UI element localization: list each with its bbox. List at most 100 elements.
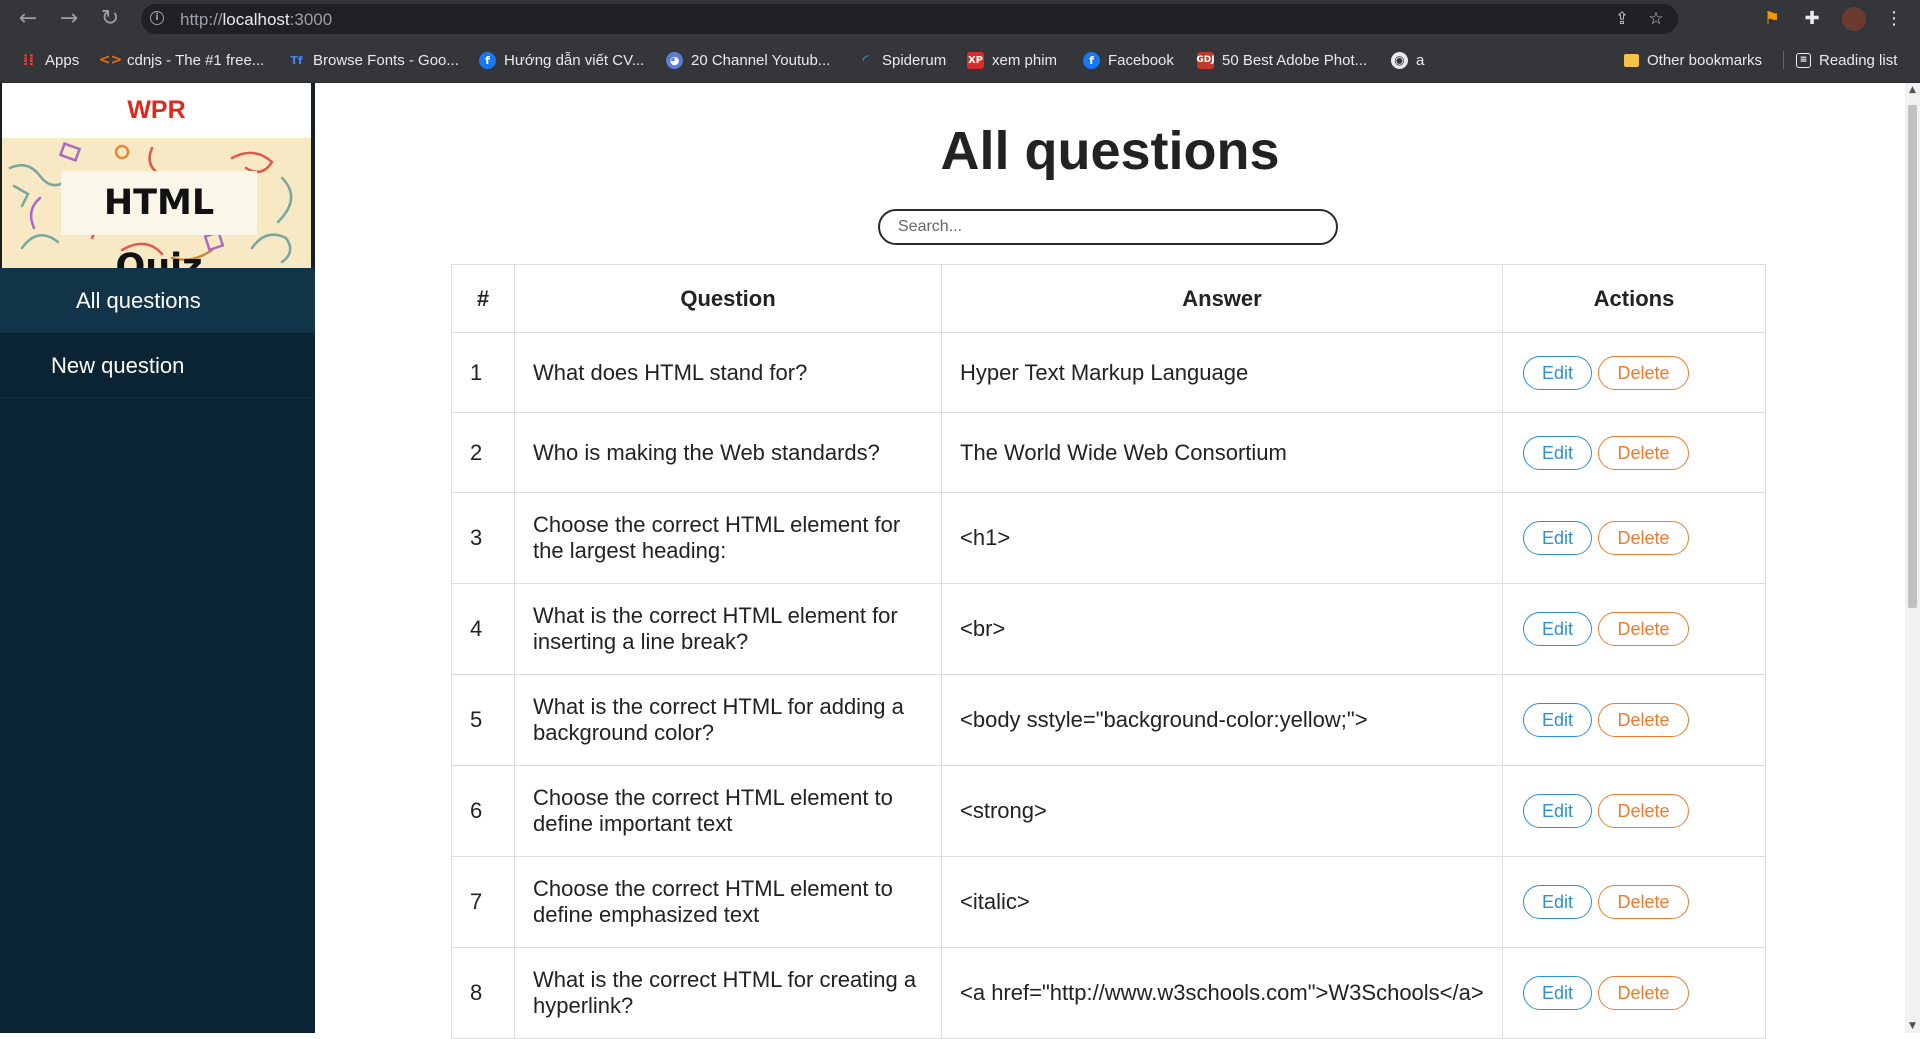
page-title: All questions xyxy=(940,121,1280,181)
globe-icon: ◉ xyxy=(1391,51,1408,69)
bookmark-label: 50 Best Adobe Phot... xyxy=(1222,51,1368,69)
row-actions: Edit Delete xyxy=(1502,674,1766,766)
delete-button[interactable]: Delete xyxy=(1598,435,1689,470)
delete-button[interactable]: Delete xyxy=(1598,976,1689,1010)
bookmark-spiderum[interactable]: ◜ Spiderum xyxy=(857,47,947,73)
edit-button[interactable]: Edit xyxy=(1523,703,1592,737)
row-answer: Hyper Text Markup Language xyxy=(941,332,1503,413)
bookmark-facebook[interactable]: f Facebook xyxy=(1083,47,1174,73)
column-header-actions: Actions xyxy=(1502,264,1766,333)
other-bookmarks-label: Other bookmarks xyxy=(1647,51,1763,69)
bookmark-cv-guide[interactable]: f Hướng dẫn viết CV... xyxy=(479,47,644,73)
url-scheme: http:// xyxy=(180,10,223,29)
search-input[interactable] xyxy=(878,209,1338,245)
edit-button[interactable]: Edit xyxy=(1523,612,1592,646)
delete-button[interactable]: Delete xyxy=(1598,355,1689,390)
brand-header: WPR xyxy=(0,83,313,138)
row-question: What does HTML stand for? xyxy=(514,332,942,413)
row-number: 4 xyxy=(451,583,515,675)
row-question: Who is making the Web standards? xyxy=(514,412,942,493)
share-icon[interactable]: ⇪ xyxy=(1610,8,1634,30)
row-answer: The World Wide Web Consortium xyxy=(941,412,1503,493)
row-actions: Edit Delete xyxy=(1502,412,1766,493)
bookmark-adobe-photoshop[interactable]: GDJ 50 Best Adobe Phot... xyxy=(1196,47,1368,73)
bookmark-apps[interactable]: ⁞⁞ Apps xyxy=(20,47,79,73)
row-actions: Edit Delete xyxy=(1502,765,1766,857)
bookmark-a[interactable]: ◉ a xyxy=(1391,47,1424,73)
row-question: Choose the correct HTML element to defin… xyxy=(514,765,942,857)
table-row: 6 Choose the correct HTML element to def… xyxy=(451,765,1766,857)
spiderum-icon: ◜ xyxy=(862,51,869,69)
row-question: What is the correct HTML for adding a ba… xyxy=(514,674,942,766)
xp-icon: XP xyxy=(967,51,984,69)
gdj-icon: GDJ xyxy=(1196,51,1215,69)
edit-button[interactable]: Edit xyxy=(1523,885,1592,919)
brand-logo-text[interactable]: WPR xyxy=(2,96,311,125)
delete-button[interactable]: Delete xyxy=(1598,521,1689,555)
column-header-number: # xyxy=(451,264,515,333)
delete-button[interactable]: Delete xyxy=(1598,885,1689,919)
url-port: :3000 xyxy=(289,10,333,29)
ghost-icon: ◕ xyxy=(666,51,683,69)
table-row: 5 What is the correct HTML for adding a … xyxy=(451,674,1766,766)
extensions-puzzle-icon[interactable]: ✚ xyxy=(1798,6,1826,32)
browser-menu-icon[interactable]: ⋮ xyxy=(1880,6,1908,32)
apps-grid-icon: ⁞⁞ xyxy=(22,51,35,69)
bookmark-label: Apps xyxy=(45,51,80,69)
bookmark-google-fonts[interactable]: Tf Browse Fonts - Goo... xyxy=(288,47,459,73)
bookmarks-bar: ⁞⁞ Apps <> cdnjs - The #1 free... Tf Bro… xyxy=(0,38,1920,83)
row-number: 1 xyxy=(451,332,515,413)
table-row: 3 Choose the correct HTML element for th… xyxy=(451,492,1766,584)
page-scrollbar[interactable]: ▲ ▼ xyxy=(1905,83,1920,1033)
column-header-answer: Answer xyxy=(941,264,1503,333)
edit-button[interactable]: Edit xyxy=(1523,794,1592,828)
bookmark-label: cdnjs - The #1 free... xyxy=(127,51,265,69)
edit-button[interactable]: Edit xyxy=(1523,976,1592,1010)
back-arrow-icon[interactable]: ← xyxy=(13,4,43,34)
table-header-row: # Question Answer Actions xyxy=(451,264,1766,333)
profile-avatar[interactable] xyxy=(1840,6,1868,32)
scrollbar-thumb[interactable] xyxy=(1908,105,1917,608)
reload-icon[interactable]: ↻ xyxy=(95,4,125,34)
row-actions: Edit Delete xyxy=(1502,332,1766,413)
code-brackets-icon: <> xyxy=(98,52,123,68)
bookmark-youtube-channels[interactable]: ◕ 20 Channel Youtub... xyxy=(666,47,830,73)
facebook-icon: f xyxy=(479,51,496,69)
edit-button[interactable]: Edit xyxy=(1523,435,1592,470)
row-question: What is the correct HTML element for ins… xyxy=(514,583,942,675)
row-number: 3 xyxy=(451,492,515,584)
delete-button[interactable]: Delete xyxy=(1598,612,1689,646)
forward-arrow-icon[interactable]: → xyxy=(54,4,84,34)
table-row: 8 What is the correct HTML for creating … xyxy=(451,947,1766,1039)
site-info-icon[interactable]: i xyxy=(150,11,164,25)
banner-title: HTML Quiz xyxy=(61,171,257,268)
bookmark-label: xem phim xyxy=(992,51,1058,69)
bookmark-star-icon[interactable]: ☆ xyxy=(1644,8,1668,30)
column-header-question: Question xyxy=(514,264,942,333)
row-actions: Edit Delete xyxy=(1502,947,1766,1039)
row-number: 8 xyxy=(451,947,515,1039)
reading-list[interactable]: ≡ Reading list xyxy=(1796,47,1897,73)
bookmark-label: Spiderum xyxy=(882,51,947,69)
browser-toolbar: ← → ↻ i http://localhost:3000 ⇪ ☆ ⚑ ✚ ⋮ xyxy=(0,0,1920,38)
bookmark-cdnjs[interactable]: <> cdnjs - The #1 free... xyxy=(98,47,265,73)
facebook-icon: f xyxy=(1083,51,1100,69)
url-text[interactable]: http://localhost:3000 xyxy=(180,10,332,30)
address-bar[interactable]: i http://localhost:3000 ⇪ ☆ xyxy=(141,4,1678,34)
extension-flag-icon[interactable]: ⚑ xyxy=(1758,6,1786,32)
delete-button[interactable]: Delete xyxy=(1598,794,1689,828)
sidebar-item-all-questions[interactable]: All questions xyxy=(0,268,315,333)
edit-button[interactable]: Edit xyxy=(1523,355,1592,390)
row-answer: <br> xyxy=(941,583,1503,675)
bookmark-label: Facebook xyxy=(1108,51,1174,69)
bookmark-label: Hướng dẫn viết CV... xyxy=(504,51,645,69)
table-row: 4 What is the correct HTML element for i… xyxy=(451,583,1766,675)
sidebar: WPR HTML Quiz All questions New question xyxy=(0,83,315,1033)
bookmark-xem-phim[interactable]: XP xem phim xyxy=(967,47,1057,73)
sidebar-item-new-question[interactable]: New question xyxy=(0,333,315,398)
delete-button[interactable]: Delete xyxy=(1598,703,1689,737)
other-bookmarks[interactable]: Other bookmarks xyxy=(1624,47,1762,73)
edit-button[interactable]: Edit xyxy=(1523,521,1592,555)
scroll-down-arrow-icon[interactable]: ▼ xyxy=(1905,1021,1920,1031)
scroll-up-arrow-icon[interactable]: ▲ xyxy=(1905,85,1920,95)
